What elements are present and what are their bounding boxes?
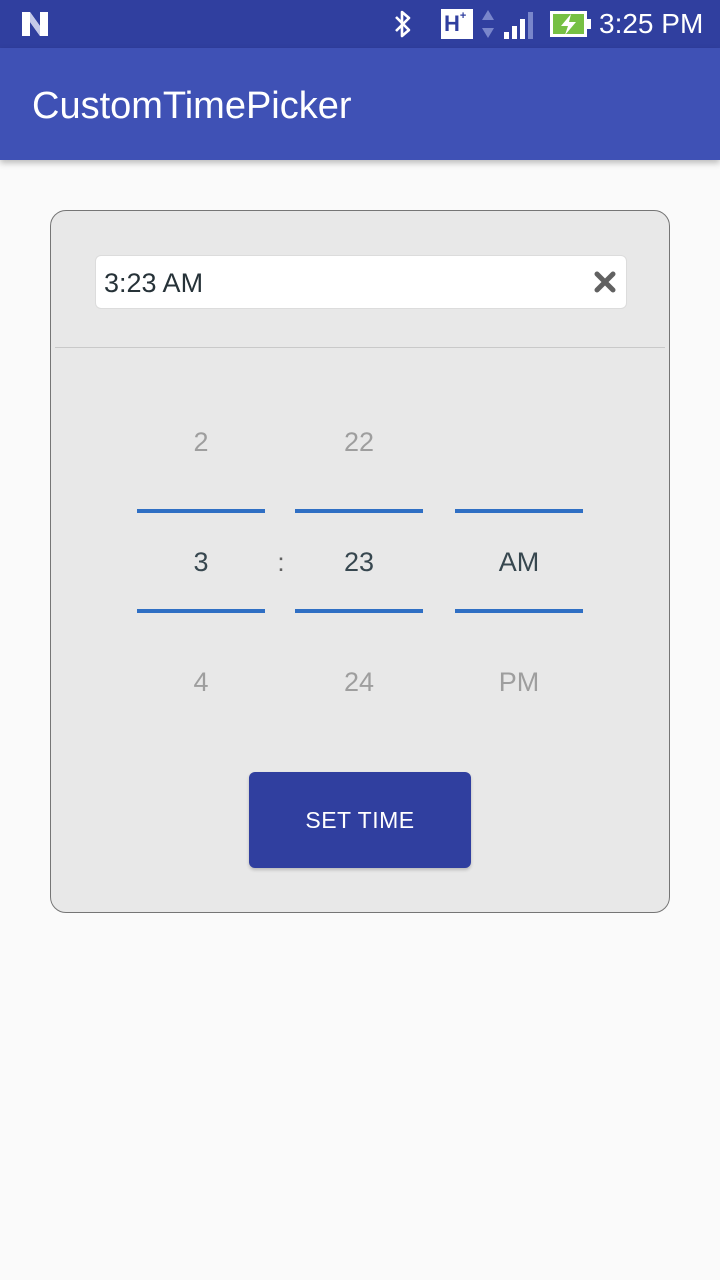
divider xyxy=(55,347,665,348)
hour-next-value[interactable]: 4 xyxy=(137,665,265,699)
time-picker-card: 3:23 AM 2 3 4 : 22 23 24 AM PM SET TIME xyxy=(50,210,670,913)
time-input-field[interactable]: 3:23 AM xyxy=(95,255,627,309)
hour-selected-value[interactable]: 3 xyxy=(137,545,265,579)
minute-selection-line-top xyxy=(295,509,423,513)
data-arrows-icon xyxy=(482,10,494,38)
hour-prev-value[interactable]: 2 xyxy=(137,425,265,459)
hplus-icon: H+ xyxy=(441,9,473,39)
bluetooth-icon xyxy=(395,10,411,38)
battery-charging-icon xyxy=(550,11,591,37)
minute-selected-value[interactable]: 23 xyxy=(295,545,423,579)
hour-selection-line-top xyxy=(137,509,265,513)
ampm-selection-line-bottom xyxy=(455,609,583,613)
time-separator: : xyxy=(277,547,285,577)
status-clock: 3:25 PM xyxy=(599,8,704,39)
hour-wheel[interactable]: 2 3 4 xyxy=(137,407,265,707)
ampm-next-value[interactable]: PM xyxy=(455,665,583,699)
signal-icon xyxy=(504,12,533,39)
hour-selection-line-bottom xyxy=(137,609,265,613)
minute-selection-line-bottom xyxy=(295,609,423,613)
app-title: CustomTimePicker xyxy=(32,85,352,127)
minute-wheel[interactable]: 22 23 24 xyxy=(295,407,423,707)
ampm-wheel[interactable]: AM PM xyxy=(455,407,583,707)
minute-prev-value[interactable]: 22 xyxy=(295,425,423,459)
ampm-selection-line-top xyxy=(455,509,583,513)
ampm-selected-value[interactable]: AM xyxy=(455,545,583,579)
set-time-button[interactable]: SET TIME xyxy=(249,772,471,868)
android-n-icon xyxy=(22,12,48,36)
app-bar: CustomTimePicker xyxy=(0,48,720,160)
close-icon[interactable] xyxy=(592,269,618,295)
status-bar: H+ 3:25 PM xyxy=(0,0,720,48)
minute-next-value[interactable]: 24 xyxy=(295,665,423,699)
time-input-value[interactable]: 3:23 AM xyxy=(104,266,203,300)
